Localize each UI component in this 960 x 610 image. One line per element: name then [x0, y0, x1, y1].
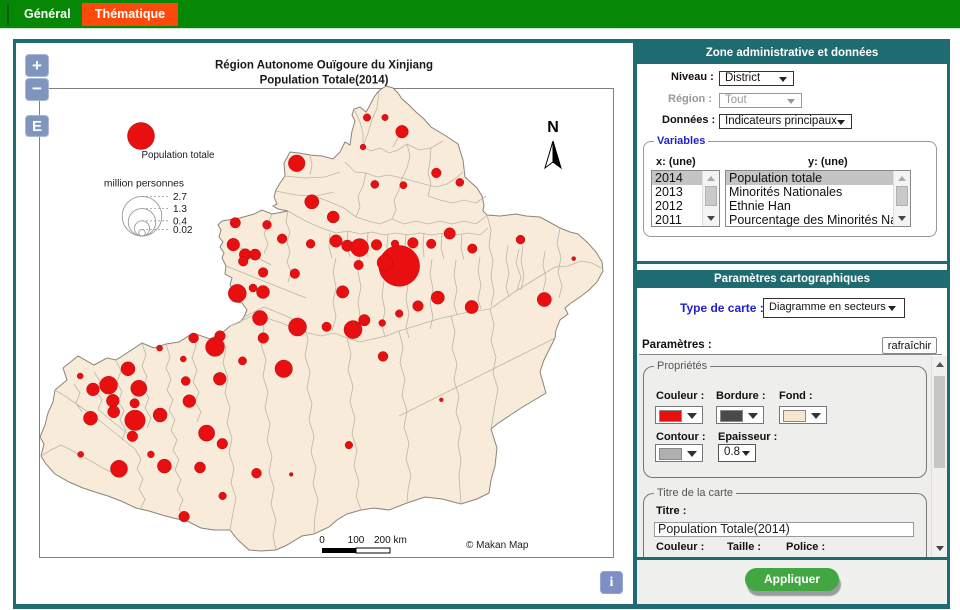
svg-text:0: 0 — [319, 535, 325, 546]
svg-text:Population Totale(2014): Population Totale(2014) — [260, 75, 389, 87]
svg-text:Population totale: Population totale — [142, 150, 216, 161]
svg-text:Région Autonome Ouïgoure du Xi: Région Autonome Ouïgoure du Xinjiang — [215, 60, 433, 72]
svg-text:200 km: 200 km — [374, 535, 407, 546]
svg-text:0.02: 0.02 — [173, 225, 193, 236]
svg-text:million personnes: million personnes — [104, 179, 184, 190]
svg-text:© Makan Map: © Makan Map — [466, 540, 529, 551]
svg-text:100: 100 — [348, 535, 365, 546]
svg-text:2.7: 2.7 — [173, 192, 187, 203]
svg-text:N: N — [547, 119, 559, 136]
svg-text:1.3: 1.3 — [173, 204, 187, 215]
